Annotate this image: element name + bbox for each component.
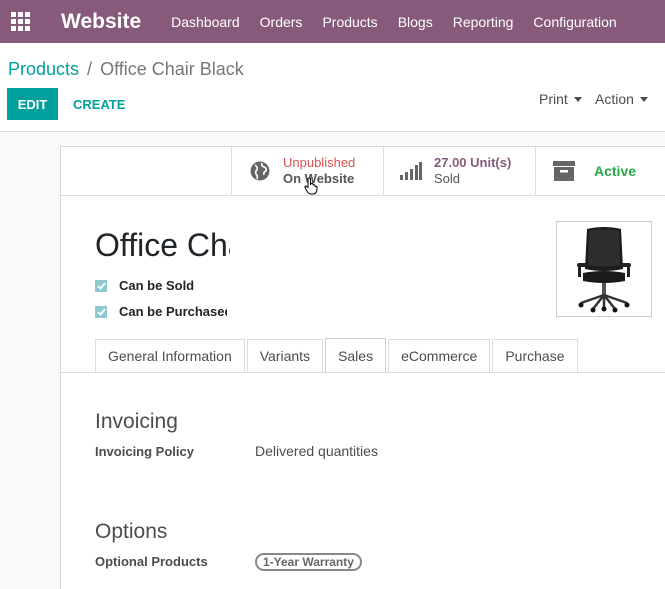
product-image[interactable]	[556, 221, 652, 317]
can-be-purchased-label: Can be Purchased	[119, 304, 227, 319]
top-navbar: Website Dashboard Orders Products Blogs …	[0, 0, 665, 43]
edit-button[interactable]: EDIT	[7, 88, 58, 120]
menu-blogs[interactable]: Blogs	[388, 14, 443, 30]
tab-variants[interactable]: Variants	[246, 339, 324, 372]
optional-products-label: Optional Products	[95, 554, 208, 569]
invoicing-policy-label: Invoicing Policy	[95, 444, 194, 459]
control-panel: Products / Office Chair Black EDIT CREAT…	[0, 43, 665, 132]
sold-smart-button[interactable]: 27.00 Unit(s) Sold	[383, 147, 535, 195]
publish-status: Unpublished	[283, 155, 356, 170]
office-chair-image	[577, 227, 631, 313]
print-label: Print	[539, 91, 568, 107]
can-be-purchased-checkbox[interactable]	[95, 305, 107, 318]
can-be-sold-label: Can be Sold	[119, 278, 195, 293]
invoicing-section-title: Invoicing	[95, 410, 178, 433]
bar-chart-icon	[400, 162, 422, 180]
optional-product-tag[interactable]: 1-Year Warranty	[255, 553, 362, 571]
can-be-sold-row: Can be Sold	[95, 278, 194, 293]
sold-sub: Sold	[434, 171, 461, 186]
hand-cursor-icon	[304, 177, 318, 195]
form-sheet: Unpublished On Website 27.00 Unit(s) Sol…	[60, 146, 665, 589]
invoicing-policy-value[interactable]: Delivered quantities	[255, 443, 378, 459]
smart-button-box: Unpublished On Website 27.00 Unit(s) Sol…	[61, 147, 665, 196]
check-icon	[96, 281, 106, 290]
sold-value: 27.00 Unit(s)	[434, 155, 512, 170]
check-icon	[96, 307, 106, 316]
menu-orders[interactable]: Orders	[250, 14, 313, 30]
menu-products[interactable]: Products	[312, 14, 387, 30]
archive-icon	[553, 161, 575, 181]
publish-sub: On Website	[283, 171, 355, 186]
active-label: Active	[594, 163, 637, 179]
action-label: Action	[595, 91, 634, 107]
app-brand[interactable]: Website	[61, 10, 141, 34]
can-be-sold-checkbox[interactable]	[95, 279, 107, 292]
options-section-title: Options	[95, 520, 168, 543]
caret-down-icon	[573, 96, 582, 102]
action-dropdown[interactable]: Action	[595, 91, 648, 107]
menu-dashboard[interactable]: Dashboard	[163, 14, 250, 30]
tab-general-information[interactable]: General Information	[95, 339, 245, 372]
breadcrumb: Products / Office Chair Black	[8, 59, 244, 80]
notebook-tabs: General Information Variants Sales eComm…	[95, 338, 580, 373]
create-button[interactable]: CREATE	[66, 88, 132, 120]
menu-reporting[interactable]: Reporting	[443, 14, 524, 30]
apps-grid-icon[interactable]	[0, 0, 40, 43]
can-be-purchased-row: Can be Purchased	[95, 304, 227, 319]
caret-down-icon	[639, 96, 648, 102]
tab-purchase[interactable]: Purchase	[492, 339, 578, 372]
active-smart-button[interactable]: Active	[535, 147, 665, 195]
breadcrumb-separator: /	[87, 59, 93, 79]
breadcrumb-products-link[interactable]: Products	[8, 59, 79, 80]
product-name: Office Chair Black	[95, 227, 230, 263]
menu-configuration[interactable]: Configuration	[523, 14, 626, 30]
main-menu: Dashboard Orders Products Blogs Reportin…	[163, 14, 627, 30]
print-dropdown[interactable]: Print	[539, 91, 582, 107]
tab-sales[interactable]: Sales	[325, 338, 387, 372]
breadcrumb-current: Office Chair Black	[100, 59, 244, 79]
tab-ecommerce[interactable]: eCommerce	[388, 339, 491, 372]
globe-icon	[250, 161, 270, 181]
